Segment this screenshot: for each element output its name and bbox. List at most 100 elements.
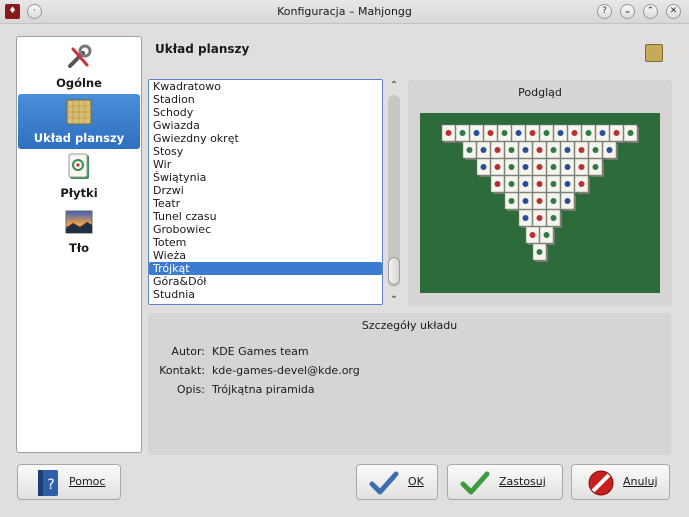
author-label: Autor: — [171, 345, 205, 358]
minimize-icon[interactable]: ⌄ — [620, 4, 635, 19]
layout-list-item[interactable]: Gwiazda — [149, 119, 382, 132]
preview-tile — [623, 124, 639, 143]
preview-tile — [476, 141, 492, 160]
layout-list-item[interactable]: Stadion — [149, 93, 382, 106]
details-panel: Szczegóły układu Autor: KDE Games team K… — [148, 313, 671, 455]
layout-list-item[interactable]: Studnia — [149, 288, 382, 301]
preview-tile — [574, 158, 590, 177]
layout-list[interactable]: Kwadratowo Stadion Schody Gwiazda Gwiezdny o… — [148, 79, 383, 305]
preview-tile — [490, 158, 506, 177]
preview-tile — [567, 124, 583, 143]
landscape-icon — [65, 210, 93, 234]
board-layout-icon — [66, 99, 92, 125]
preview-tile — [588, 141, 604, 160]
preview-tile — [490, 175, 506, 194]
help-icon[interactable]: ? — [597, 4, 612, 19]
preview-tile — [518, 158, 534, 177]
preview-tile — [525, 124, 541, 143]
sidebar-item-general[interactable]: Ogólne — [18, 39, 140, 94]
scroll-up-icon[interactable]: ⌃ — [386, 79, 402, 93]
preview-tile — [518, 141, 534, 160]
preview-panel: Podgląd — [408, 80, 672, 306]
preview-tile — [546, 158, 562, 177]
preview-tile — [455, 124, 471, 143]
preview-tile — [469, 124, 485, 143]
preview-tile — [532, 141, 548, 160]
close-icon[interactable]: ✕ — [666, 4, 681, 19]
maximize-icon[interactable]: ⌃ — [643, 4, 658, 19]
sidebar-item-board-layout[interactable]: Układ planszy — [18, 94, 140, 149]
layout-list-item[interactable]: Schody — [149, 106, 382, 119]
scrollbar-thumb[interactable] — [388, 257, 400, 285]
cancel-button-label: Anuluj — [623, 475, 658, 488]
layout-list-item[interactable]: Tunel czasu — [149, 210, 382, 223]
preview-tile — [560, 158, 576, 177]
checkmark-icon — [369, 471, 399, 495]
tools-icon — [68, 44, 92, 68]
layout-list-scrollbar[interactable]: ⌃ ⌄ — [386, 79, 402, 305]
preview-tile — [511, 124, 527, 143]
svg-text:?: ? — [47, 477, 54, 493]
board-layout-icon — [645, 44, 663, 62]
preview-tile — [602, 141, 618, 160]
layout-list-item[interactable]: Świątynia — [149, 171, 382, 184]
preview-tile — [546, 175, 562, 194]
author-value: KDE Games team — [212, 345, 309, 358]
preview-tile — [574, 175, 590, 194]
layout-list-item[interactable]: Trójkąt — [149, 262, 382, 275]
preview-tile — [581, 124, 597, 143]
sidebar-item-label: Układ planszy — [33, 131, 125, 145]
layout-list-item[interactable]: Teatr — [149, 197, 382, 210]
sidebar-item-background[interactable]: Tło — [18, 204, 140, 259]
layout-list-item[interactable]: Stosy — [149, 145, 382, 158]
apply-button[interactable]: Zastosuj — [447, 464, 563, 500]
sidebar-item-label: Tło — [68, 241, 89, 255]
help-book-icon: ? — [38, 470, 58, 496]
ok-button-label: OK — [408, 475, 424, 488]
preview-tile — [504, 192, 520, 211]
preview-tile — [539, 226, 555, 245]
preview-tile — [574, 141, 590, 160]
preview-tile — [483, 124, 499, 143]
preview-tile — [532, 158, 548, 177]
preview-tile — [560, 175, 576, 194]
cancel-button[interactable]: Anuluj — [571, 464, 670, 500]
preview-tile — [532, 175, 548, 194]
sidebar-item-tiles[interactable]: Płytki — [18, 149, 140, 204]
apply-button-label: Zastosuj — [499, 475, 546, 488]
preview-tile — [609, 124, 625, 143]
layout-list-item[interactable]: Góra&Dół — [149, 275, 382, 288]
preview-tile — [546, 141, 562, 160]
sidebar-item-label: Płytki — [60, 186, 98, 200]
preview-tile — [588, 158, 604, 177]
window-title: Konfiguracja – Mahjongg — [277, 5, 412, 18]
scroll-down-icon[interactable]: ⌄ — [386, 289, 402, 303]
preview-tile — [553, 124, 569, 143]
details-title: Szczegóły układu — [361, 319, 458, 332]
preview-board — [420, 113, 660, 293]
layout-list-item[interactable]: Grobowiec — [149, 223, 382, 236]
contact-label: Kontakt: — [159, 364, 205, 377]
preview-title: Podgląd — [518, 86, 562, 99]
preview-tile — [462, 141, 478, 160]
ok-button[interactable]: OK — [356, 464, 438, 500]
contact-value: kde-games-devel@kde.org — [212, 364, 360, 377]
layout-list-item[interactable]: Wieża — [149, 249, 382, 262]
section-title: Układ planszy — [155, 42, 250, 56]
layout-list-item[interactable]: Drzwi — [149, 184, 382, 197]
description-value: Trójkątna piramida — [212, 383, 315, 396]
cancel-icon — [588, 470, 614, 496]
layout-list-item[interactable]: Gwiezdny okręt — [149, 132, 382, 145]
sidebar: Ogólne Układ planszy Płytki Tło — [16, 36, 142, 453]
preview-tile — [546, 209, 562, 228]
description-label: Opis: — [176, 383, 205, 396]
layout-list-item[interactable]: Totem — [149, 236, 382, 249]
preview-tile — [497, 124, 513, 143]
layout-list-item[interactable]: Kwadratowo — [149, 80, 382, 93]
preview-tile — [560, 141, 576, 160]
mahjong-tile-icon — [68, 153, 89, 179]
preview-tile — [518, 175, 534, 194]
title-bar: ♦ · Konfiguracja – Mahjongg ? ⌄ ⌃ ✕ — [0, 0, 689, 24]
help-button[interactable]: ? Pomoc — [17, 464, 121, 500]
layout-list-item[interactable]: Wir — [149, 158, 382, 171]
